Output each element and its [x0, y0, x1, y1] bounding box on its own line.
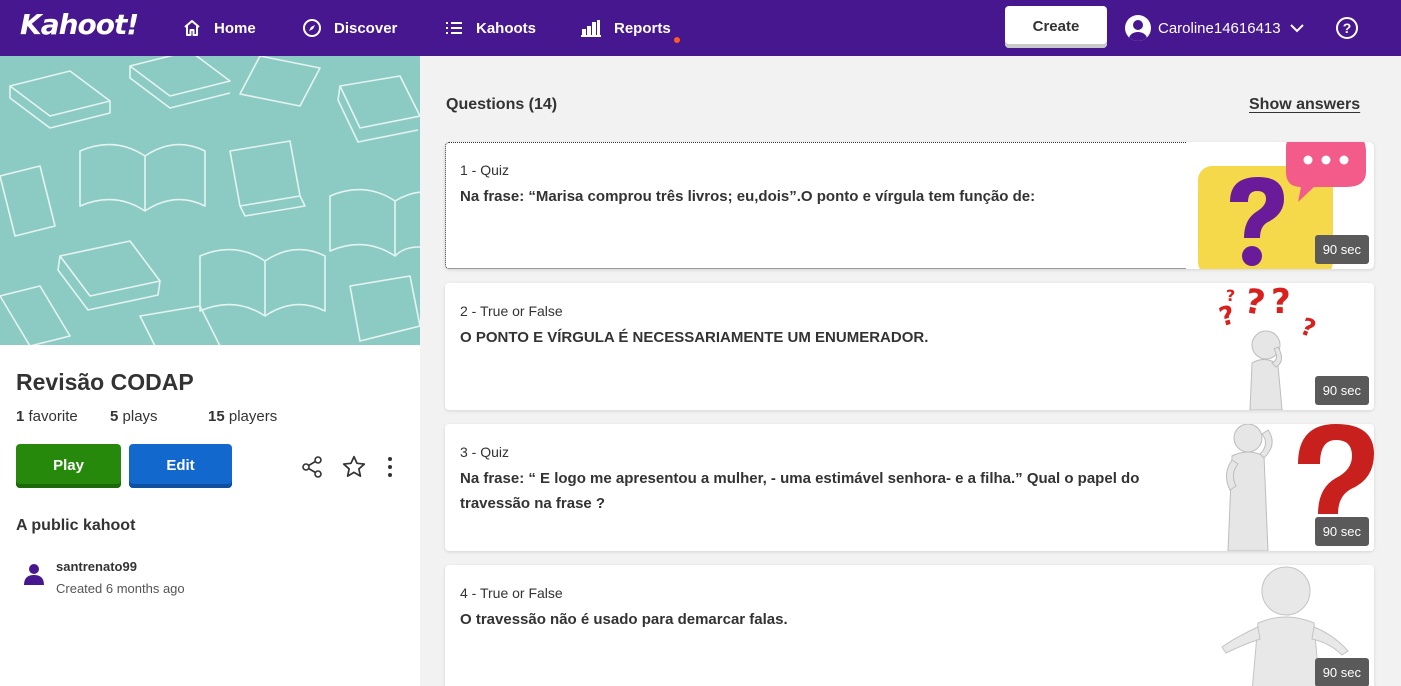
creator-avatar-icon	[24, 564, 44, 585]
bar-chart-icon	[581, 20, 601, 37]
plays-label: plays	[122, 408, 158, 425]
nav-reports[interactable]: Reports	[580, 0, 680, 56]
question-text: Na frase: “Marisa comprou três livros; e…	[460, 188, 1036, 205]
question-text: O PONTO E VÍRGULA É NECESSARIAMENTE UM E…	[460, 329, 929, 346]
kahoot-logo[interactable]: Kahoot!	[20, 8, 139, 41]
username: Caroline14616413	[1158, 19, 1281, 37]
home-icon	[184, 20, 200, 36]
show-answers-button[interactable]: Show answers	[1249, 96, 1360, 114]
time-limit-badge: 90 sec	[1314, 517, 1369, 546]
nav-kahoots[interactable]: Kahoots	[444, 0, 536, 56]
question-text: O travessão não é usado para demarcar fa…	[460, 611, 788, 628]
nav-discover[interactable]: Discover	[302, 0, 397, 56]
favorites-label: favorite	[28, 408, 78, 425]
list-icon	[446, 22, 462, 34]
kahoot-details-panel: Revisão CODAP 1 favorite 5 plays 15 play…	[0, 56, 420, 686]
edit-button[interactable]: Edit	[129, 444, 232, 488]
compass-icon	[303, 19, 321, 37]
nav-reports-label: Reports	[614, 19, 671, 37]
nav-reports-label-wrap: Reports	[614, 19, 680, 43]
questions-header: Questions (14)	[446, 96, 558, 113]
question-image: 90 sec	[1186, 565, 1374, 686]
nav-discover-label: Discover	[334, 19, 398, 37]
created-date: Created 6 months ago	[56, 581, 185, 596]
books-pattern-icon	[0, 56, 420, 345]
kahoot-stats: 1 favorite 5 plays 15 players	[16, 408, 277, 425]
share-icon[interactable]	[299, 454, 325, 480]
user-menu[interactable]: Caroline14616413	[1125, 0, 1305, 56]
question-type: 1 - Quiz	[460, 162, 510, 178]
play-button[interactable]: Play	[16, 444, 121, 488]
svg-text:?: ?	[1226, 286, 1235, 305]
nav-kahoots-label: Kahoots	[476, 19, 536, 37]
question-type: 2 - True or False	[460, 303, 563, 319]
question-image: 90 sec	[1186, 142, 1374, 269]
create-button[interactable]: Create	[1005, 6, 1107, 48]
question-card[interactable]: 3 - Quiz Na frase: “ E logo me apresento…	[445, 424, 1374, 551]
question-text: Na frase: “ E logo me apresentou a mulhe…	[460, 470, 1140, 512]
user-avatar-icon	[1125, 15, 1151, 41]
question-card[interactable]: 4 - True or False O travessão não é usad…	[445, 565, 1374, 686]
players-stat: 15 players	[208, 408, 277, 425]
question-card[interactable]: 1 - Quiz Na frase: “Marisa comprou três …	[445, 142, 1374, 269]
question-type: 4 - True or False	[460, 585, 563, 601]
players-count: 15	[208, 408, 225, 425]
help-icon[interactable]: ?	[1336, 17, 1358, 39]
players-label: players	[228, 408, 278, 425]
creator-name[interactable]: santrenato99	[56, 559, 137, 574]
svg-text:?: ?	[1271, 283, 1291, 322]
more-options-icon[interactable]	[377, 454, 403, 480]
plays-count: 5	[110, 408, 119, 425]
chevron-down-icon	[1289, 24, 1304, 33]
time-limit-badge: 90 sec	[1314, 235, 1369, 264]
time-limit-badge: 90 sec	[1314, 376, 1369, 405]
time-limit-badge: 90 sec	[1314, 658, 1369, 686]
question-image: 90 sec	[1186, 424, 1374, 551]
visibility-label: A public kahoot	[16, 517, 136, 534]
top-navbar: Kahoot! Home Discover Kahoots Reports Cr…	[0, 0, 1401, 56]
star-icon[interactable]	[341, 454, 367, 480]
question-card[interactable]: 2 - True or False O PONTO E VÍRGULA É NE…	[445, 283, 1374, 410]
question-type: 3 - Quiz	[460, 444, 510, 460]
notification-dot	[673, 36, 680, 43]
cover-image	[0, 56, 420, 345]
nav-home[interactable]: Home	[182, 0, 256, 56]
kahoot-title: Revisão CODAP	[16, 369, 194, 395]
favorites-stat: 1 favorite	[16, 408, 110, 425]
plays-stat: 5 plays	[110, 408, 208, 425]
question-image: ? ? ? ? ? 90 sec	[1186, 283, 1374, 410]
nav-home-label: Home	[214, 19, 256, 37]
favorites-count: 1	[16, 408, 25, 425]
